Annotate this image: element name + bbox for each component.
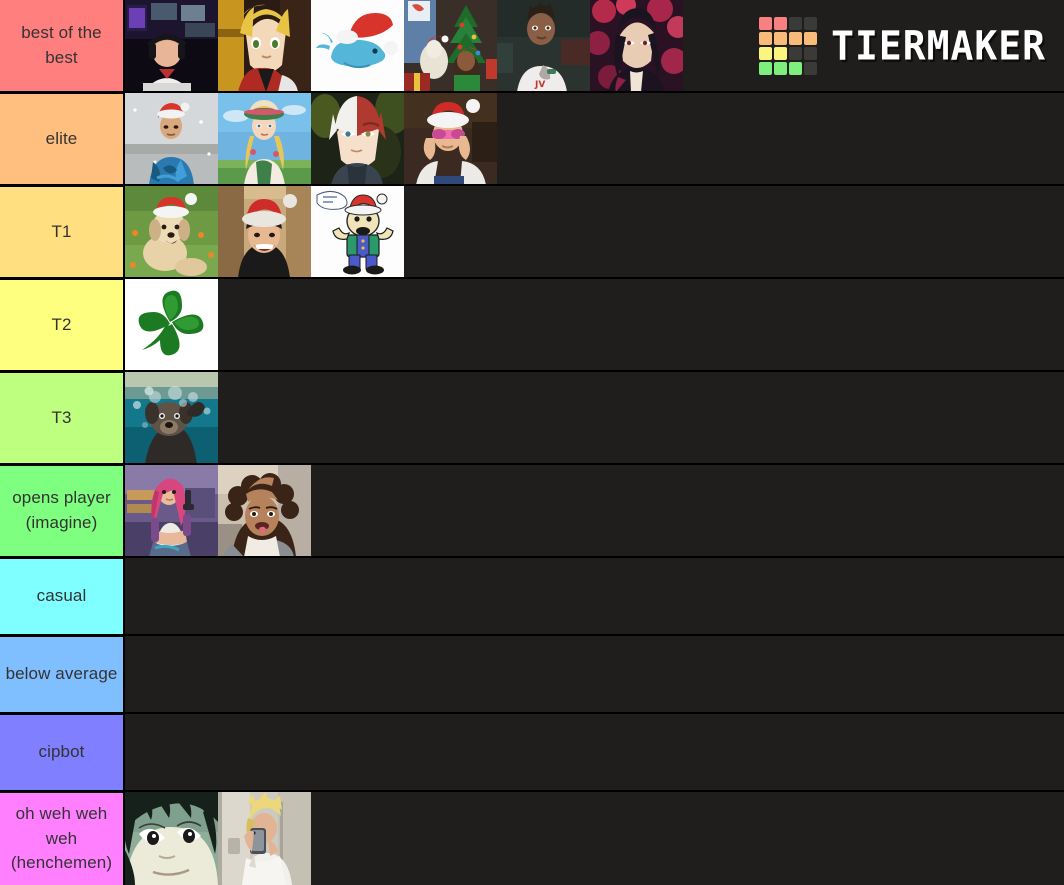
christmas-tree-dog-santa-hats[interactable]: [404, 0, 497, 91]
person-blue-shirt-santa-hat[interactable]: [125, 93, 218, 184]
tier-label[interactable]: cipbot: [0, 714, 125, 790]
tier-items-container[interactable]: [125, 465, 1064, 556]
tier-items-container[interactable]: [125, 792, 1064, 885]
tier-label[interactable]: opens player (imagine): [0, 465, 125, 556]
girl-smiling-santa-hat[interactable]: [218, 186, 311, 277]
kid-santa-hat-pink-sunglasses[interactable]: [404, 93, 497, 184]
tier-row: T1: [0, 186, 1064, 279]
santa-hat-blue-whale-logo[interactable]: [311, 0, 404, 91]
tier-items-container[interactable]: [125, 714, 1064, 790]
game-character-pink-hair-pistol[interactable]: [125, 465, 218, 556]
four-leaf-clover[interactable]: [125, 279, 218, 370]
tier-label[interactable]: best of the best: [0, 0, 125, 91]
tier-items-container[interactable]: [125, 93, 1064, 184]
svg-text:JV: JV: [534, 80, 545, 90]
tier-label[interactable]: casual: [0, 558, 125, 634]
tier-items-container[interactable]: JV: [125, 0, 1064, 91]
tier-row: best of the best JV TIERMAKER: [0, 0, 1064, 93]
cartoon-drawing-santa-hat[interactable]: [311, 186, 404, 277]
tier-items-container[interactable]: [125, 636, 1064, 712]
tier-label[interactable]: oh weh weh weh (henchemen): [0, 792, 125, 885]
dog-swimming-underwater[interactable]: [125, 372, 218, 463]
tier-items-container[interactable]: [125, 186, 1064, 277]
tier-label[interactable]: elite: [0, 93, 125, 184]
tier-label[interactable]: T2: [0, 279, 125, 370]
person-blonde-hair-mirror-selfie[interactable]: [218, 792, 311, 885]
person-white-shirt-dark-room[interactable]: JV: [497, 0, 590, 91]
tier-items-container[interactable]: [125, 372, 1064, 463]
tier-row: elite: [0, 93, 1064, 186]
anime-half-white-half-red-hair[interactable]: [311, 93, 404, 184]
tier-row: casual: [0, 558, 1064, 636]
tier-label[interactable]: T3: [0, 372, 125, 463]
tier-row: T3: [0, 372, 1064, 465]
tier-row: cipbot: [0, 714, 1064, 792]
tier-row: opens player (imagine): [0, 465, 1064, 558]
tier-list-board: best of the best JV TIERMAKER elite T1 T…: [0, 0, 1064, 885]
woman-curly-hair-tongue-out[interactable]: [218, 465, 311, 556]
gamer-at-pc-headset[interactable]: [125, 0, 218, 91]
tier-row: below average: [0, 636, 1064, 714]
anime-blonde-ponytail-red-coat[interactable]: [218, 0, 311, 91]
tier-label[interactable]: T1: [0, 186, 125, 277]
tier-row: T2: [0, 279, 1064, 372]
tier-label[interactable]: below average: [0, 636, 125, 712]
game-character-blonde-braids-hat[interactable]: [218, 93, 311, 184]
anime-dark-hair-red-clouds[interactable]: [590, 0, 683, 91]
anime-pale-black-hair-closeup[interactable]: [125, 792, 218, 885]
tier-row: oh weh weh weh (henchemen): [0, 792, 1064, 885]
tier-items-container[interactable]: [125, 279, 1064, 370]
golden-puppy-santa-hat[interactable]: [125, 186, 218, 277]
tier-items-container[interactable]: [125, 558, 1064, 634]
